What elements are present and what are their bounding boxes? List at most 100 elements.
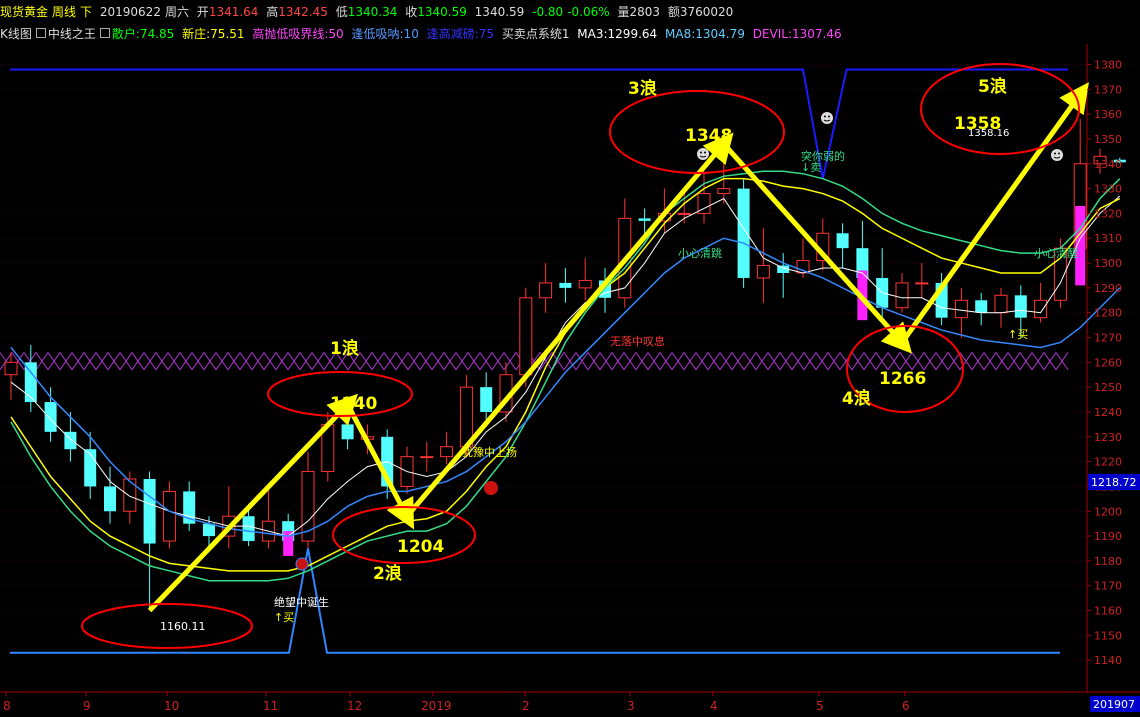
candle-body [104,486,116,512]
candle-body [44,402,57,432]
annotation-hesitate: 犹豫中上扬 [462,445,517,459]
candle-body [915,282,929,285]
change-value: -0.80 [532,5,564,19]
ma-line-yellow [10,177,1121,572]
y-tick-label: 1350 [1094,133,1122,146]
y-tick-label: 1340 [1094,158,1122,171]
y-tick-label: 1290 [1094,282,1122,295]
y-tick-label: 1190 [1094,530,1122,543]
checkbox-icon[interactable] [99,28,110,38]
x-tick-label: 9 [83,699,91,713]
candle [1034,282,1048,323]
candle-body [994,294,1008,314]
candle-body [717,188,731,195]
wave1-value-label: 1240 [330,394,377,414]
volume-value: 2803 [629,5,661,19]
bottom-channel-line [10,548,1060,654]
candle [420,441,434,472]
smiley-icon [1051,149,1063,161]
kline-label[interactable]: K线图 [0,27,32,41]
open-value: 1341.64 [208,5,259,19]
quote-weekday: 周六 [164,5,189,19]
candle-body [341,424,354,440]
candle [261,486,275,549]
candle-body [737,188,750,278]
high-value: 1342.45 [278,5,328,19]
indicator-bar: K线图 中线之王 散户:74.85 新庄:75.51 高抛低吸界线:50 逢低吸呐:… [0,24,1140,44]
annotation-buy2: ↑买 [1008,328,1028,341]
candle-body [203,523,215,537]
annotation-sell-arrow: ↓卖 [801,161,821,174]
candle [539,263,553,313]
main-indicator-label[interactable]: 中线之王 [48,27,96,41]
y-tick-label: 1300 [1094,257,1122,270]
y-tick-label: 1240 [1094,406,1122,419]
x-tick-label: 201907 [1093,698,1135,711]
candle [440,431,454,465]
x-tick-label: 11 [263,699,278,713]
wave5-label: 5浪 [978,76,1007,97]
smiley-eye [1058,152,1060,155]
candle-body [1034,299,1048,319]
y-tick-label: 1320 [1094,207,1122,220]
y-tick-label: 1330 [1094,183,1122,196]
wave2-label: 2浪 [373,563,402,584]
smiley-eye [1054,152,1056,155]
candle-body [4,361,18,376]
wave2-value-label: 1204 [397,537,444,557]
wave4-value-label: 1266 [879,369,926,389]
candle-body [440,446,454,458]
low-label: 低 [335,5,348,19]
y-tick-label: 1160 [1094,605,1122,618]
wave3-label: 3浪 [628,78,657,99]
price-chart[interactable]: 1160.1112401浪12042浪13483浪12664浪13585浪135… [0,44,1140,717]
candle [64,411,77,462]
x-tick-label: 4 [710,699,718,713]
candle-body [638,218,651,221]
candle-body [539,282,553,299]
y-tick-label: 1280 [1094,307,1122,320]
candle-body [895,282,909,309]
candle-body [162,490,176,542]
amount-value: 3760020 [679,5,734,19]
candle [777,253,790,298]
close-label: 收 [405,5,418,19]
smiley-icon [821,112,833,124]
y-tick-label: 1230 [1094,431,1122,444]
y-tick-label: 1220 [1094,456,1122,469]
quote-date: 20190622 [99,5,161,19]
y-tick-label: 1360 [1094,108,1122,121]
x-tick-label: 6 [902,699,910,713]
current-price-label: 1218.72 [1091,476,1137,489]
checkbox-icon[interactable] [35,28,46,38]
candle [222,486,236,549]
x-tick-label: 8 [3,699,11,713]
maimai-value: 买卖点系统1 [501,27,570,41]
candle-body [1014,295,1027,318]
signal-dot [484,481,498,495]
smiley-eye [700,151,702,154]
y-tick-label: 1140 [1094,654,1122,667]
candle-body [420,456,434,459]
smiley-icon [697,148,709,160]
candle [697,173,711,224]
candle-body [143,478,156,544]
x-tick-label: 2 [522,699,530,713]
candle-body [677,212,691,215]
smiley-eye [828,115,830,118]
current-price-marker: 1218.72 [1088,474,1140,490]
y-tick-label: 1250 [1094,381,1122,394]
y-tick-label: 1170 [1094,580,1122,593]
smiley-face [821,112,833,124]
y-tick-label: 1150 [1094,629,1122,642]
candle-body [756,265,770,279]
x-tick-label: 10 [164,699,179,713]
x-tick-label: 5 [816,699,824,713]
fenggao-value: 逢高减磅:75 [426,27,494,41]
signal-dot [295,557,309,571]
candle [816,218,830,271]
candle [895,272,909,313]
candle [717,143,731,204]
annotation-hope: 无落中叹息 [610,334,665,348]
candle [836,223,849,269]
